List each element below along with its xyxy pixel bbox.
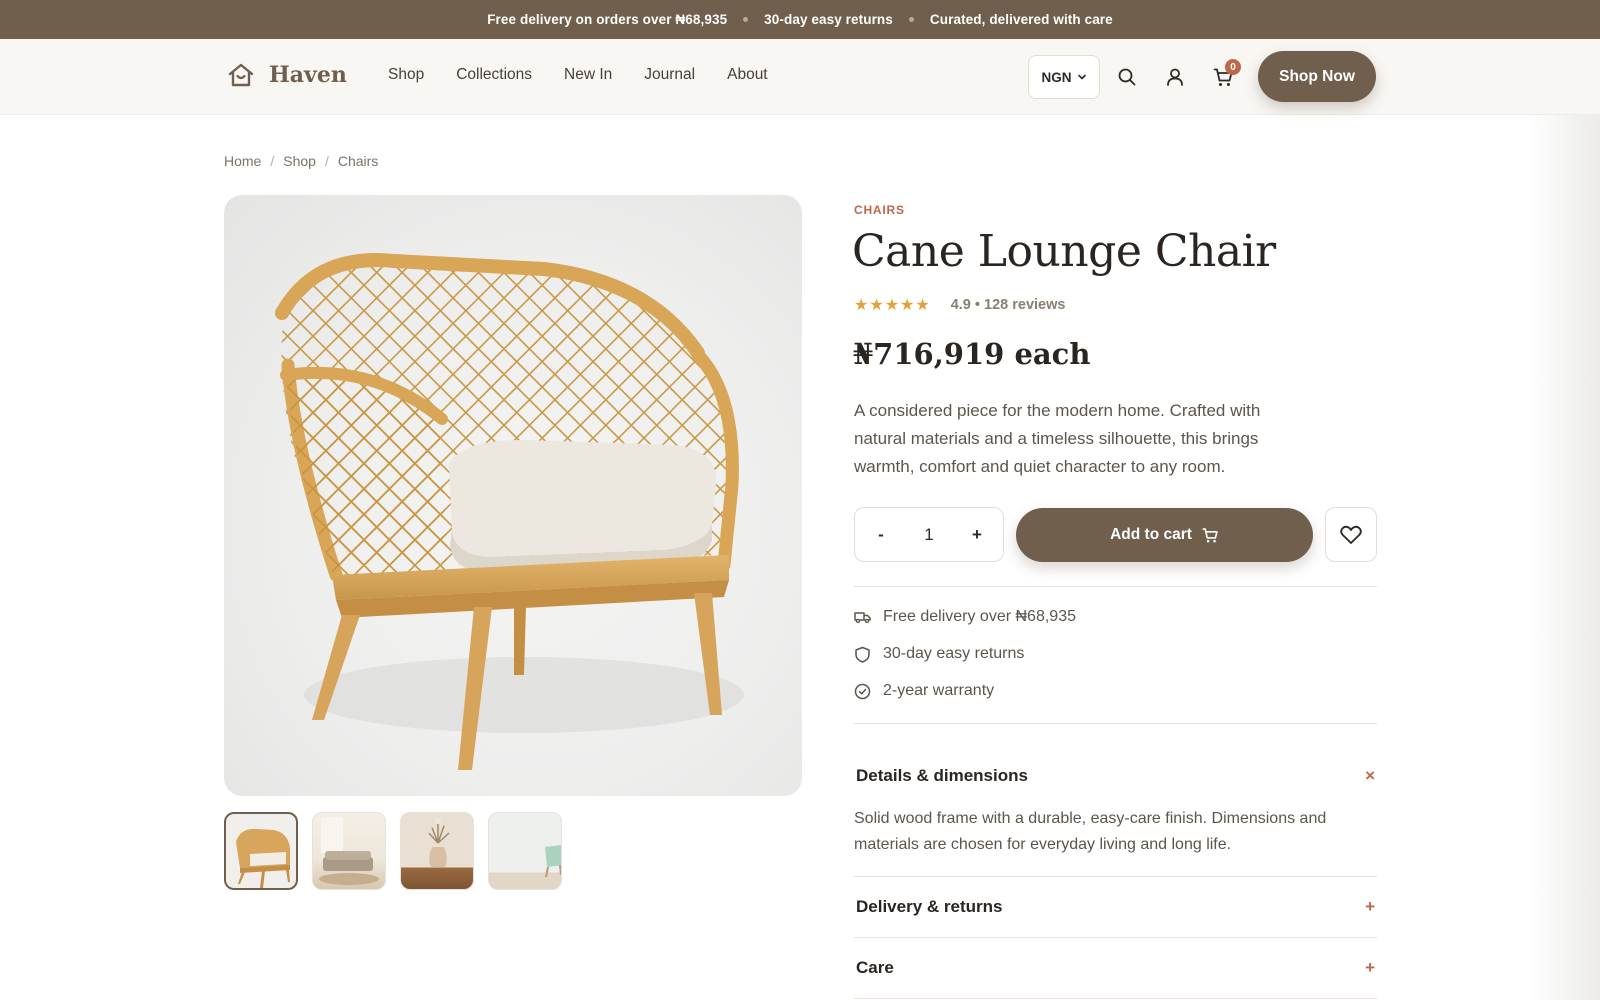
- breadcrumb-separator: /: [324, 153, 329, 169]
- breadcrumb: Home / Shop / Chairs: [224, 153, 378, 169]
- add-to-cart-label: Add to cart: [1110, 526, 1192, 543]
- rating-summary: 4.9 • 128 reviews: [950, 297, 1066, 313]
- currency-selector[interactable]: NGN: [1028, 55, 1100, 99]
- currency-value: NGN: [1041, 69, 1072, 85]
- main-nav: Shop Collections New In Journal About: [388, 66, 800, 84]
- cart-count-badge: 0: [1225, 59, 1241, 75]
- thumbnail-strip: [224, 812, 576, 890]
- perk-text: 2-year warranty: [883, 682, 995, 699]
- chevron-down-icon: [1077, 74, 1086, 80]
- search-button[interactable]: [1115, 65, 1139, 89]
- thumbnail-living-room[interactable]: [312, 812, 386, 890]
- accordion-title: Delivery & returns: [856, 897, 1003, 916]
- shop-now-button[interactable]: Shop Now: [1258, 51, 1376, 102]
- nav-shop[interactable]: Shop: [388, 66, 424, 84]
- thumbnail-vase[interactable]: [400, 812, 474, 890]
- logo[interactable]: Haven: [227, 61, 347, 89]
- chair-thumbnail-image: [236, 828, 290, 888]
- nav-collections[interactable]: Collections: [456, 66, 532, 84]
- shield-icon: [855, 646, 870, 663]
- quantity-increase-button[interactable]: +: [965, 525, 989, 545]
- divider: [854, 586, 1377, 587]
- cart-icon: [1202, 527, 1218, 542]
- nav-journal[interactable]: Journal: [644, 66, 695, 84]
- cart-button[interactable]: 0: [1211, 59, 1241, 89]
- thumbnail-mint-chair[interactable]: [488, 812, 562, 890]
- accordion-details-header[interactable]: Details & dimensions ×: [856, 766, 1375, 786]
- logo-text: Haven: [269, 62, 347, 88]
- nav-new-in[interactable]: New In: [564, 66, 612, 84]
- search-icon: [1118, 68, 1136, 86]
- announcement-bar: Free delivery on orders over ₦68,935 30-…: [0, 0, 1600, 39]
- user-icon: [1167, 68, 1183, 86]
- breadcrumb-home[interactable]: Home: [224, 153, 261, 169]
- product-rating[interactable]: ★★★★★ 4.9 • 128 reviews: [854, 295, 1065, 315]
- announcement-separator: [743, 17, 749, 22]
- product-description: A considered piece for the modern home. …: [854, 401, 1261, 476]
- product-category: CHAIRS: [854, 203, 905, 217]
- rattan-chair-illustration: [275, 253, 744, 770]
- divider: [854, 876, 1377, 877]
- product-title: Cane Lounge Chair: [852, 226, 1276, 277]
- nav-about[interactable]: About: [727, 66, 768, 84]
- divider: [854, 998, 1377, 999]
- plus-icon: +: [1365, 958, 1375, 977]
- close-icon: ×: [1365, 766, 1375, 785]
- star-rating-icon: ★★★★★: [854, 297, 931, 314]
- perk-free-delivery: Free delivery over ₦68,935: [854, 608, 1076, 626]
- announcement-curated: Curated, delivered with care: [929, 12, 1113, 27]
- product-price: ₦716,919 each: [853, 337, 1091, 371]
- announcement-returns: 30-day easy returns: [764, 12, 893, 27]
- quantity-value[interactable]: 1: [924, 525, 933, 545]
- breadcrumb-shop[interactable]: Shop: [283, 153, 316, 169]
- accordion-title: Care: [856, 958, 894, 977]
- truck-icon: [854, 612, 871, 624]
- accordion-title: Details & dimensions: [856, 766, 1028, 785]
- mint-chair-thumbnail-image: [545, 845, 561, 877]
- divider: [854, 937, 1377, 938]
- thumbnail-chair[interactable]: [224, 812, 298, 890]
- add-to-cart-button[interactable]: Add to cart: [1016, 508, 1313, 562]
- announcement-separator: [908, 17, 914, 22]
- perk-returns: 30-day easy returns: [854, 645, 1024, 663]
- plus-icon: +: [1365, 897, 1375, 916]
- site-header: Haven Shop Collections New In Journal Ab…: [0, 39, 1600, 115]
- living-room-thumbnail-image: [319, 817, 379, 885]
- perk-warranty: 2-year warranty: [854, 682, 994, 700]
- heart-icon: [1340, 525, 1362, 544]
- breadcrumb-separator: /: [270, 153, 275, 169]
- wishlist-button[interactable]: [1325, 507, 1377, 562]
- accordion-details-body: Solid wood frame with a durable, easy-ca…: [854, 810, 1327, 853]
- vase-thumbnail-image: [424, 818, 450, 867]
- quantity-decrease-button[interactable]: -: [869, 525, 893, 545]
- perk-text: Free delivery over ₦68,935: [883, 608, 1076, 625]
- accordion-care-header[interactable]: Care +: [856, 958, 1375, 978]
- divider: [854, 723, 1377, 724]
- product-main-image[interactable]: [224, 195, 802, 796]
- check-circle-icon: [854, 683, 871, 699]
- announcement-free-delivery: Free delivery on orders over ₦68,935: [487, 12, 728, 27]
- perk-text: 30-day easy returns: [883, 645, 1025, 662]
- accordion-delivery-header[interactable]: Delivery & returns +: [856, 897, 1375, 917]
- account-button[interactable]: [1163, 65, 1187, 89]
- house-logo-icon: [228, 63, 254, 87]
- breadcrumb-chairs[interactable]: Chairs: [338, 153, 378, 169]
- quantity-stepper: - 1 +: [854, 507, 1004, 562]
- edge-shadow: [1528, 115, 1600, 1000]
